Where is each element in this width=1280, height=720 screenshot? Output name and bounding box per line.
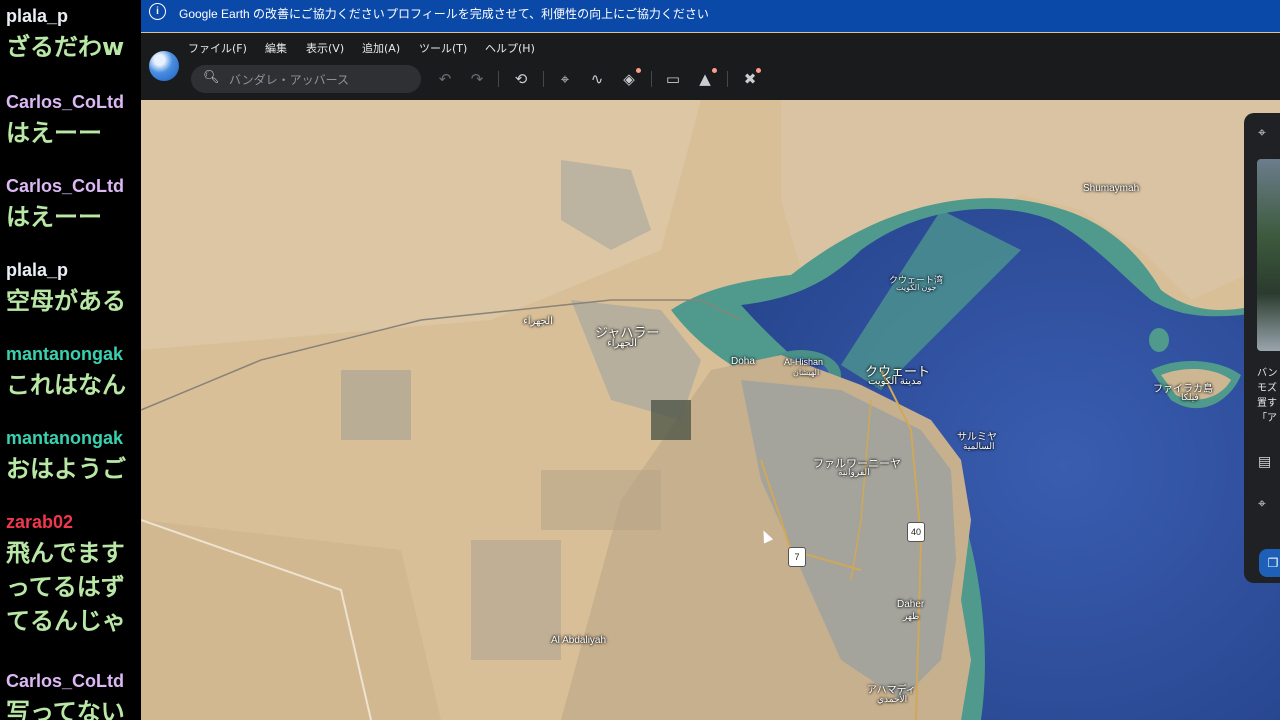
chat-text: 空母がある bbox=[6, 287, 126, 315]
chat-panel: plala_p ざるだわw Carlos_CoLtd はえーー Carlos_C… bbox=[0, 0, 141, 720]
menu-bar: ファイル(F) 編集 表示(V) 追加(A) ツール(T) ヘルプ(H) bbox=[141, 33, 1280, 61]
chat-username: mantanongak bbox=[6, 344, 124, 364]
chat-text: これはなん bbox=[6, 371, 126, 399]
menu-add[interactable]: 追加(A) bbox=[362, 40, 400, 56]
menu-view[interactable]: 表示(V) bbox=[306, 40, 344, 56]
menu-edit[interactable]: 編集 bbox=[265, 40, 287, 56]
chat-message: plala_p ざるだわw bbox=[6, 6, 124, 61]
info-icon: i bbox=[149, 3, 166, 20]
card-text-line: バン bbox=[1257, 368, 1278, 379]
map-label-shumaymah: Shumaymah bbox=[1083, 183, 1140, 194]
banner-text[interactable]: Google Earth の改善にご協力ください bbox=[179, 5, 385, 22]
details-icon[interactable]: ▤ bbox=[1258, 454, 1271, 470]
menu-file[interactable]: ファイル(F) bbox=[188, 40, 247, 56]
redo-icon[interactable]: ↷ bbox=[468, 70, 486, 88]
map-label-failaka-ar: فيلكا bbox=[1181, 392, 1199, 402]
chat-username: Carlos_CoLtd bbox=[6, 176, 125, 196]
image-overlay-icon[interactable]: ▲ bbox=[696, 70, 714, 88]
add-path-icon[interactable]: ∿ bbox=[588, 70, 606, 88]
road-shield-40: 40 bbox=[907, 522, 925, 542]
map-label-al-hishan-ar: الهيشان bbox=[793, 368, 820, 377]
map-label-ahmadi-ar: الأحمدي bbox=[877, 694, 908, 704]
chat-username: Carlos_CoLtd bbox=[6, 671, 125, 691]
chat-username: plala_p bbox=[6, 260, 69, 280]
map-label-jahra-ar2: الجهراء bbox=[607, 338, 637, 349]
chat-text: てるんじゃ bbox=[6, 607, 126, 635]
chat-message: Carlos_CoLtd はえーー bbox=[6, 176, 124, 231]
place-photo[interactable] bbox=[1257, 159, 1280, 351]
map-label-daher-ar: ظهر bbox=[903, 611, 920, 621]
card-text-line: 置す bbox=[1257, 398, 1277, 409]
notification-dot bbox=[756, 68, 761, 73]
map-label-al-hishan: Al-Hishan bbox=[784, 357, 824, 367]
chat-username: zarab02 bbox=[6, 512, 74, 532]
notification-dot bbox=[712, 68, 717, 73]
map-label-kuwait-bay-ar: جون الكويت bbox=[896, 283, 937, 292]
map-view[interactable]: Shumaymah クウェート湾 جون الكويت الجهراء ジャハラ… bbox=[141, 100, 1280, 720]
chat-text: 飛んでます bbox=[6, 539, 125, 567]
chat-message: mantanongak これはなん bbox=[6, 344, 126, 399]
map-label-abdaliyah: Al Abdaliyah bbox=[551, 635, 607, 646]
location-pin-icon[interactable]: ⌖ bbox=[1258, 496, 1266, 512]
chat-text: はえーー bbox=[6, 203, 102, 231]
notification-dot bbox=[636, 68, 641, 73]
chat-message: plala_p 空母がある bbox=[6, 260, 126, 315]
google-earth-logo[interactable] bbox=[149, 51, 179, 81]
bookmark-icon: ❐ bbox=[1267, 556, 1279, 570]
chat-text: はえーー bbox=[6, 119, 102, 147]
map-label-doha: Doha bbox=[731, 356, 755, 367]
chat-message: Carlos_CoLtd 写ってない bbox=[6, 671, 125, 720]
map-label-salmiya-ar: السالمية bbox=[963, 441, 995, 451]
layers-icon[interactable]: ◈ bbox=[620, 70, 638, 88]
search-icon: 🔍︎ bbox=[203, 70, 220, 85]
chat-text: ってるはず bbox=[6, 573, 125, 601]
menu-tools[interactable]: ツール(T) bbox=[419, 40, 467, 56]
chat-text: おはようご bbox=[6, 455, 126, 483]
knowledge-card-panel[interactable]: ⌖ バン モズ 置す 「ア ▤ ⌖ ❐ bbox=[1244, 113, 1280, 583]
map-label-daher: Daher bbox=[897, 599, 925, 610]
toolbar-divider bbox=[543, 71, 544, 87]
chat-message: mantanongak おはようご bbox=[6, 428, 126, 483]
chat-message: Carlos_CoLtd はえーー bbox=[6, 92, 124, 147]
bookmark-button[interactable]: ❐ bbox=[1259, 549, 1280, 577]
chat-text: 写ってない bbox=[6, 698, 125, 720]
map-label-kuwait-city-ar: مدينة الكويت bbox=[868, 376, 922, 387]
toolbar: 🔍︎ ↶ ↷ ⟲ ⌖ ∿ ◈ ▭ ▲ ✖ bbox=[141, 51, 1280, 100]
add-placemark-icon[interactable]: ⌖ bbox=[556, 70, 574, 88]
chat-username: Carlos_CoLtd bbox=[6, 92, 125, 112]
toolbar-divider bbox=[498, 71, 499, 87]
toolbar-divider bbox=[727, 71, 728, 87]
toolbar-divider bbox=[651, 71, 652, 87]
location-pin-icon[interactable]: ⌖ bbox=[1258, 125, 1266, 141]
google-earth-window: i Google Earth の改善にご協力ください プロフィールを完成させて、… bbox=[141, 0, 1280, 720]
map-label-farwaniya-ar: الفروانية bbox=[838, 467, 870, 477]
chat-text: ざるだわw bbox=[6, 33, 125, 61]
map-label-jahra-ar: الجهراء bbox=[523, 316, 553, 327]
feedback-banner[interactable]: i Google Earth の改善にご協力ください プロフィールを完成させて、… bbox=[141, 0, 1280, 32]
undo-icon[interactable]: ↶ bbox=[436, 70, 454, 88]
menu-help[interactable]: ヘルプ(H) bbox=[485, 40, 535, 56]
chat-message: zarab02 飛んでます ってるはず てるんじゃ bbox=[6, 512, 126, 635]
card-text-line: モズ bbox=[1257, 383, 1277, 394]
search-input[interactable] bbox=[227, 69, 411, 91]
road-shield-7: 7 bbox=[788, 547, 806, 567]
chat-username: mantanongak bbox=[6, 428, 124, 448]
ruler-icon[interactable]: ▭ bbox=[664, 70, 682, 88]
card-text-line: 「ア bbox=[1257, 413, 1277, 424]
history-icon[interactable]: ⟲ bbox=[512, 70, 530, 88]
search-box[interactable]: 🔍︎ bbox=[191, 65, 421, 93]
chat-username: plala_p bbox=[6, 6, 69, 26]
banner-text-profile[interactable]: プロフィールを完成させて、利便性の向上にご協力ください bbox=[386, 5, 709, 22]
